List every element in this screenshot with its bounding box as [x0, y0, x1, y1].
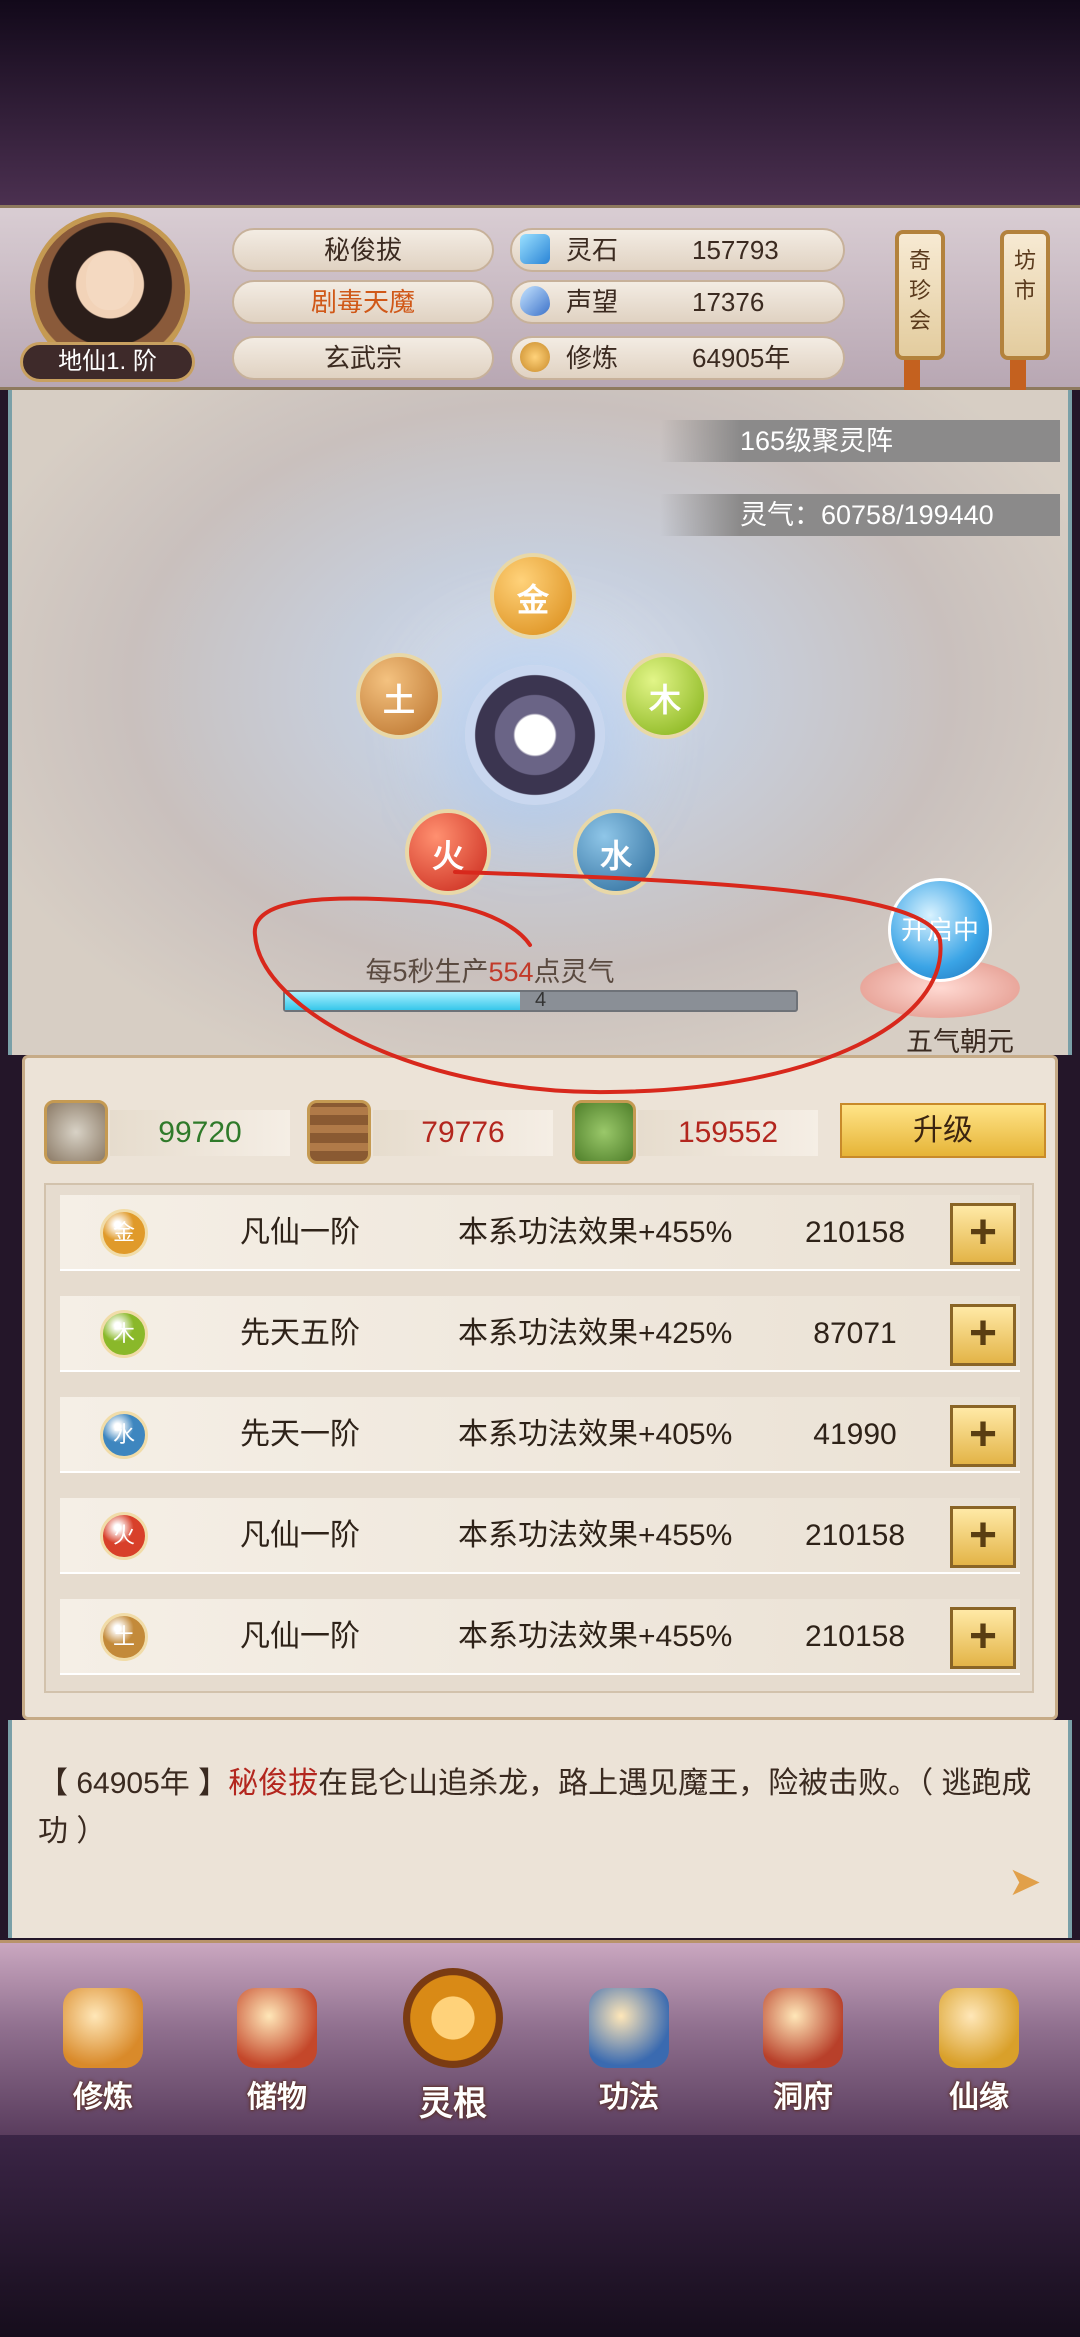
water-element-icon: 水 — [100, 1411, 148, 1459]
upgrade-button[interactable]: 升级 — [840, 1103, 1046, 1158]
realm-badge: 地仙1. 阶 — [20, 342, 195, 382]
nav-fortune[interactable]: 仙缘 — [924, 1988, 1034, 2128]
element-value: 210158 — [804, 1216, 906, 1249]
fire-element-icon: 火 — [100, 1512, 148, 1560]
cultivate-icon — [63, 1988, 143, 2068]
market-button[interactable]: 坊市 — [1000, 230, 1050, 360]
element-value: 210158 — [804, 1519, 906, 1552]
wood-element-orb[interactable]: 木 — [622, 653, 708, 739]
element-row-wood: 木 先天五阶 本系功法效果+425% 87071 + — [60, 1296, 1020, 1372]
resource-reputation: 声望 17376 — [510, 280, 845, 324]
element-rank: 凡仙一阶 — [240, 1519, 360, 1552]
element-rank: 先天五阶 — [240, 1317, 360, 1350]
add-water-button[interactable]: + — [950, 1405, 1016, 1467]
fortune-gourd-icon — [939, 1988, 1019, 2068]
player-name: 秘俊拔 — [232, 228, 494, 272]
element-row-water: 水 先天一阶 本系功法效果+405% 41990 + — [60, 1397, 1020, 1473]
reputation-icon — [520, 286, 550, 316]
wood-icon — [307, 1100, 371, 1164]
log-player-name[interactable]: 秘俊拔 — [228, 1767, 318, 1800]
nav-label: 功法 — [599, 2081, 659, 2114]
resource-cultivation: 修炼 64905年 — [510, 336, 845, 380]
nav-spirit-root[interactable]: 灵根 — [398, 1968, 508, 2128]
herb-icon — [572, 1100, 636, 1164]
element-rank: 先天一阶 — [240, 1418, 360, 1451]
wood-element-icon: 木 — [100, 1310, 148, 1358]
nav-cave-dwelling[interactable]: 洞府 — [748, 1988, 858, 2128]
element-effect: 本系功法效果+405% — [458, 1418, 733, 1451]
material-herb-count: 159552 — [638, 1110, 818, 1156]
element-effect: 本系功法效果+455% — [458, 1620, 733, 1653]
nav-label: 灵根 — [419, 2085, 487, 2123]
top-backdrop — [0, 0, 1080, 205]
bottom-navigation — [0, 1940, 1080, 2135]
element-value: 87071 — [813, 1317, 897, 1350]
resource-label: 灵石 — [566, 235, 619, 265]
material-ore-count: 99720 — [110, 1110, 290, 1156]
technique-book-icon — [589, 1988, 669, 2068]
add-wood-button[interactable]: + — [950, 1304, 1016, 1366]
array-level-banner: 165级聚灵阵 — [660, 420, 1060, 462]
avatar-face — [86, 252, 134, 310]
element-effect: 本系功法效果+455% — [458, 1216, 733, 1249]
production-prefix: 每5秒生产 — [365, 957, 489, 987]
add-earth-button[interactable]: + — [950, 1607, 1016, 1669]
nav-technique[interactable]: 功法 — [574, 1988, 684, 2128]
spirit-stone-icon — [520, 234, 550, 264]
log-year: 【 64905年 】 — [38, 1767, 229, 1800]
element-value: 41990 — [813, 1418, 897, 1451]
fire-element-orb[interactable]: 火 — [405, 809, 491, 895]
storage-bag-icon — [237, 1988, 317, 2068]
qi-progress-bar: 4 — [283, 989, 798, 1012]
treasure-auction-button[interactable]: 奇珍会 — [895, 230, 945, 360]
production-rate: 554 — [488, 957, 534, 987]
spirit-root-icon — [403, 1968, 503, 2068]
resource-label: 修炼 — [566, 343, 619, 373]
nav-cultivate[interactable]: 修炼 — [48, 1988, 158, 2128]
resource-spirit-stone: 灵石 157793 — [510, 228, 845, 272]
qi-production-text: 每5秒生产554点灵气 — [280, 950, 700, 989]
nav-label: 仙缘 — [949, 2081, 1009, 2114]
metal-element-icon: 金 — [100, 1209, 148, 1257]
add-metal-button[interactable]: + — [950, 1203, 1016, 1265]
element-rank: 凡仙一阶 — [240, 1620, 360, 1653]
lotus-name: 五气朝元 — [906, 1027, 1014, 1057]
earth-element-icon: 土 — [100, 1613, 148, 1661]
add-fire-button[interactable]: + — [950, 1506, 1016, 1568]
bottom-backdrop — [0, 2135, 1080, 2337]
production-suffix: 点灵气 — [533, 957, 615, 987]
resource-value: 157793 — [692, 235, 779, 265]
player-sect: 玄武宗 — [232, 336, 494, 380]
element-rows-list: 金 凡仙一阶 本系功法效果+455% 210158 + 木 先天五阶 本系功法效… — [44, 1183, 1034, 1693]
event-log-text: 【 64905年 】秘俊拔在昆仑山追杀龙，路上遇见魔王，险被击败。（ 逃跑成功 … — [38, 1760, 1038, 1856]
next-arrow-icon[interactable]: ➤ — [1008, 1862, 1048, 1902]
resource-label: 声望 — [566, 287, 619, 317]
water-element-orb[interactable]: 水 — [573, 809, 659, 895]
element-row-fire: 火 凡仙一阶 本系功法效果+455% 210158 + — [60, 1498, 1020, 1574]
lotus-status: 开启中 — [888, 878, 992, 982]
metal-element-orb[interactable]: 金 — [490, 553, 576, 639]
element-row-earth: 土 凡仙一阶 本系功法效果+455% 210158 + — [60, 1599, 1020, 1675]
resource-value: 17376 — [692, 287, 765, 317]
cultivation-icon — [520, 342, 550, 372]
resource-value: 64905年 — [692, 343, 791, 373]
nav-label: 洞府 — [773, 2081, 833, 2114]
earth-element-orb[interactable]: 土 — [356, 653, 442, 739]
five-qi-lotus-button[interactable]: 开启中 — [860, 878, 1020, 1028]
cave-dwelling-icon — [763, 1988, 843, 2068]
qi-progress-label: 4 — [534, 989, 547, 1011]
player-title[interactable]: 剧毒天魔 — [232, 280, 494, 324]
element-effect: 本系功法效果+425% — [458, 1317, 733, 1350]
nav-label: 储物 — [247, 2081, 307, 2114]
element-value: 210158 — [804, 1620, 906, 1653]
ore-icon — [44, 1100, 108, 1164]
material-wood-count: 79776 — [373, 1110, 553, 1156]
element-row-metal: 金 凡仙一阶 本系功法效果+455% 210158 + — [60, 1195, 1020, 1271]
nav-storage[interactable]: 储物 — [222, 1988, 332, 2128]
element-effect: 本系功法效果+455% — [458, 1519, 733, 1552]
element-rank: 凡仙一阶 — [240, 1216, 360, 1249]
nav-label: 修炼 — [73, 2081, 133, 2114]
qi-amount-banner: 灵气：60758/199440 — [660, 494, 1060, 536]
taiji-core[interactable] — [465, 665, 605, 805]
